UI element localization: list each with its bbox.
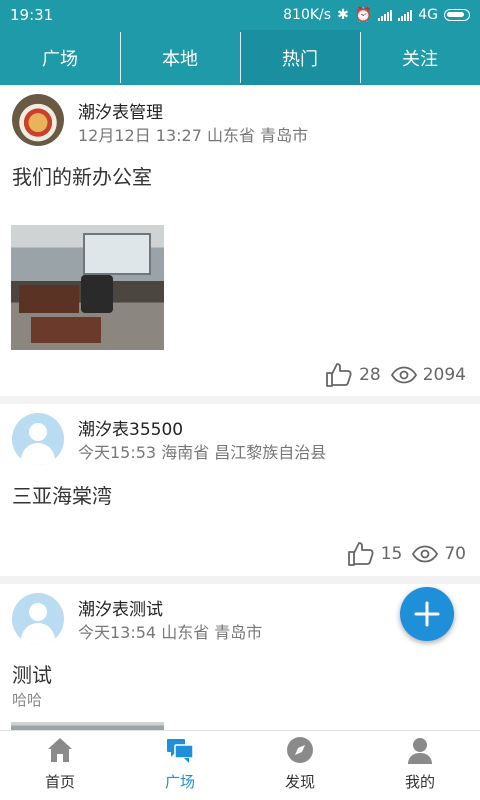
tab-local[interactable]: 本地	[120, 30, 240, 85]
post-text: 三亚海棠湾	[12, 484, 112, 508]
view-count: 2094	[422, 365, 466, 385]
home-icon	[48, 738, 72, 762]
post-subtext: 哈哈	[12, 691, 43, 709]
like-count: 15	[380, 544, 403, 564]
post-meta: 今天15:53 海南省 昌江黎族自治县	[78, 443, 327, 462]
tab-follow[interactable]: 关注	[360, 30, 480, 85]
status-bar: 19:31 810K/s ✱ ⏰ 4G	[0, 0, 480, 30]
top-tab-bar: 广场 本地 热门 关注	[0, 30, 480, 85]
post-meta: 12月12日 13:27 山东省 青岛市	[78, 126, 309, 145]
avatar[interactable]	[12, 94, 64, 146]
battery-icon	[444, 9, 470, 21]
avatar[interactable]	[12, 413, 64, 465]
like-icon[interactable]	[325, 362, 353, 388]
nav-square-label: 广场	[164, 773, 195, 791]
bottom-nav: 首页 广场 发现 我的	[0, 730, 480, 800]
add-post-button[interactable]	[400, 587, 454, 641]
post-username[interactable]: 潮汐表管理	[78, 98, 163, 123]
post-card[interactable]: 潮汐表35500 今天15:53 海南省 昌江黎族自治县 三亚海棠湾 15 70	[0, 404, 480, 576]
network-speed: 810K/s	[283, 7, 332, 23]
tab-hot[interactable]: 热门	[240, 30, 360, 85]
eye-icon	[412, 545, 439, 563]
avatar[interactable]	[12, 593, 64, 645]
post-username[interactable]: 潮汐表35500	[78, 415, 183, 440]
post-username[interactable]: 潮汐表测试	[78, 595, 163, 620]
post-stats: 15 70	[347, 541, 470, 567]
signal-icon	[378, 9, 393, 21]
view-count: 70	[444, 544, 466, 564]
status-indicators: 810K/s ✱ ⏰ 4G	[283, 7, 470, 23]
nav-mine-label: 我的	[404, 773, 435, 791]
like-icon[interactable]	[347, 541, 375, 567]
post-text: 我们的新办公室	[12, 165, 152, 189]
plus-icon	[414, 601, 440, 627]
status-time: 19:31	[10, 6, 54, 24]
profile-icon	[408, 738, 432, 764]
alarm-icon: ⏰	[354, 7, 373, 23]
network-type: 4G	[418, 7, 438, 23]
post-photo[interactable]	[11, 722, 164, 730]
nav-home[interactable]: 首页	[0, 731, 120, 800]
post-photo[interactable]	[11, 225, 164, 350]
nav-discover-label: 发现	[284, 773, 315, 791]
post-card[interactable]: 潮汐表管理 12月12日 13:27 山东省 青岛市 我们的新办公室 28 20…	[0, 85, 480, 396]
nav-mine[interactable]: 我的	[360, 731, 480, 800]
like-count: 28	[359, 365, 381, 385]
eye-icon	[390, 366, 417, 384]
tab-square[interactable]: 广场	[0, 30, 120, 85]
post-meta: 今天13:54 山东省 青岛市	[78, 623, 263, 642]
compass-icon	[287, 737, 313, 763]
post-text: 测试	[12, 663, 52, 687]
nav-discover[interactable]: 发现	[240, 731, 360, 800]
signal-icon-2	[398, 9, 413, 21]
post-stats: 28 2094	[325, 362, 470, 388]
bluetooth-icon: ✱	[337, 7, 349, 23]
nav-home-label: 首页	[44, 773, 75, 791]
square-chat-icon	[167, 739, 194, 763]
nav-square[interactable]: 广场	[120, 731, 240, 800]
